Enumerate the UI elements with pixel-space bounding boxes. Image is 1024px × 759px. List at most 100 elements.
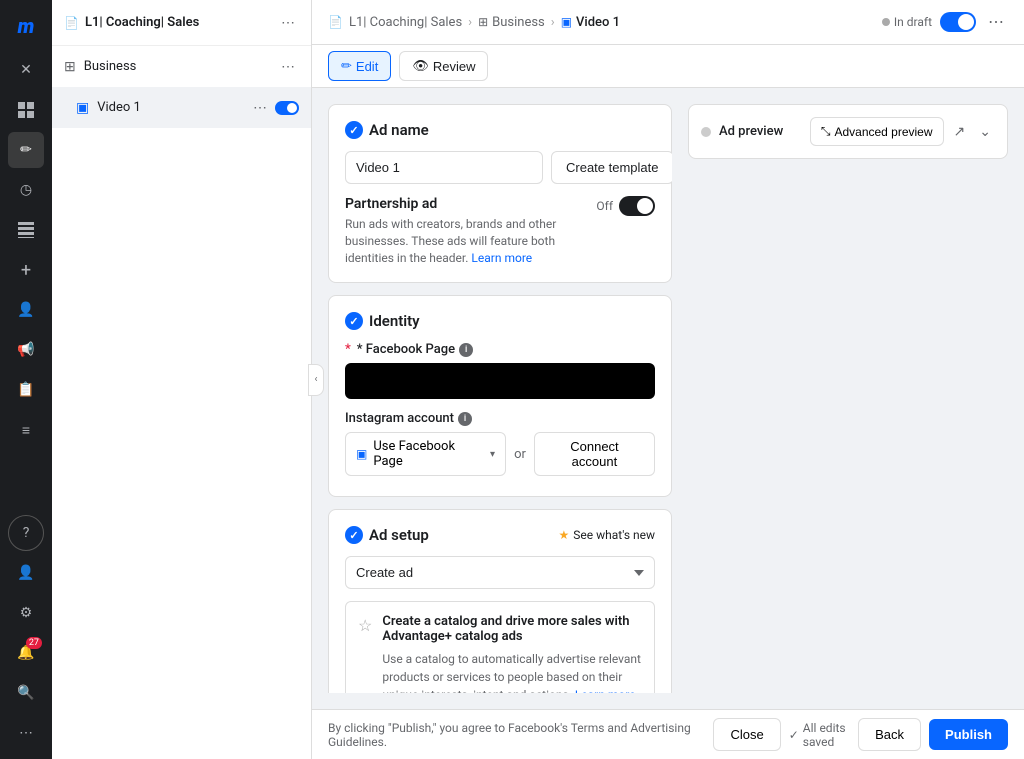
review-tab-btn[interactable]: 👁 Review xyxy=(399,51,488,81)
instagram-row: ▣ Use Facebook Page ▾ or Connect account xyxy=(345,432,655,476)
business-icon: ⊞ xyxy=(64,59,76,75)
breadcrumb-sep2: › xyxy=(551,15,555,30)
dark-sidebar: m ✕ ✏ ◷ + 👤 📢 📋 ≡ ? 👤 ⚙ 🔔27 🔍 ⋯ xyxy=(0,0,52,759)
video1-item-right: ⋯ xyxy=(249,95,299,120)
menu-icon-btn[interactable]: ≡ xyxy=(8,412,44,448)
see-whats-new-btn[interactable]: ★ See what's new xyxy=(559,528,655,542)
preview-title: Ad preview xyxy=(719,124,783,139)
required-star: * xyxy=(345,342,351,357)
breadcrumb-campaign[interactable]: L1| Coaching| Sales xyxy=(349,15,462,30)
video1-item-left: ▣ Video 1 xyxy=(76,100,141,116)
catalog-learn-more[interactable]: Learn more xyxy=(575,688,636,693)
edit-icon-btn[interactable]: ✏ xyxy=(8,132,44,168)
breadcrumb-business[interactable]: ⊞ Business xyxy=(478,15,545,30)
ad-setup-title: Ad setup xyxy=(369,526,429,544)
meta-logo[interactable]: m xyxy=(8,8,44,44)
advanced-preview-icon: ⤡ xyxy=(821,124,831,139)
help-icon-btn[interactable]: ? xyxy=(8,515,44,551)
search-icon-btn[interactable]: 🔍 xyxy=(8,675,44,711)
off-label: Off xyxy=(596,199,613,213)
close-sidebar-btn[interactable]: ✕ xyxy=(8,52,44,88)
video1-item[interactable]: ▣ Video 1 ⋯ xyxy=(52,87,311,128)
more-bottom-icon-btn[interactable]: ⋯ xyxy=(8,715,44,751)
top-bar-more-btn[interactable]: ⋯ xyxy=(984,8,1008,36)
catalog-promo-desc: Use a catalog to automatically advertise… xyxy=(382,650,642,693)
ad-setup-section-header: ✓ Ad setup xyxy=(345,526,429,544)
identity-card: ✓ Identity * * Facebook Page i Instagram… xyxy=(328,295,672,497)
breadcrumb: 📄 L1| Coaching| Sales › ⊞ Business › ▣ V… xyxy=(328,15,620,30)
publish-btn[interactable]: Publish xyxy=(929,719,1008,750)
status-badge: In draft xyxy=(882,15,932,29)
top-bar: 📄 L1| Coaching| Sales › ⊞ Business › ▣ V… xyxy=(312,0,1024,45)
preview-panel: Ad preview ⤡ Advanced preview ↗ ⌄ xyxy=(688,104,1008,693)
settings-icon-btn[interactable]: ⚙ xyxy=(8,595,44,631)
breadcrumb-page-icon[interactable]: 📄 xyxy=(328,15,343,29)
panel-more-btn[interactable]: ⋯ xyxy=(277,10,299,35)
or-text: or xyxy=(514,447,526,462)
create-ad-select[interactable]: Create ad Use existing post xyxy=(345,556,655,589)
edit-tab-btn[interactable]: ✏ Edit xyxy=(328,51,391,81)
sidebar-top-items: m ✕ ✏ ◷ + 👤 📢 📋 ≡ xyxy=(0,8,52,448)
notifications-icon-btn[interactable]: 🔔27 xyxy=(8,635,44,671)
add-icon-btn[interactable]: + xyxy=(8,252,44,288)
top-bar-right: In draft ⋯ xyxy=(882,8,1008,36)
campaign-icon: 📄 xyxy=(64,16,79,30)
left-panel: 📄 L1| Coaching| Sales ⋯ ⊞ Business ⋯ ▣ V… xyxy=(52,0,312,759)
collapse-handle[interactable]: ‹ xyxy=(308,364,324,396)
draft-toggle[interactable] xyxy=(940,12,976,32)
left-panel-header: 📄 L1| Coaching| Sales ⋯ xyxy=(52,0,311,46)
partnership-right: Off xyxy=(596,196,655,216)
business-item[interactable]: ⊞ Business ⋯ xyxy=(52,46,311,87)
connect-account-btn[interactable]: Connect account xyxy=(534,432,655,476)
business-more-btn[interactable]: ⋯ xyxy=(277,54,299,79)
clock-icon-btn[interactable]: ◷ xyxy=(8,172,44,208)
catalog-promo: ☆ Create a catalog and drive more sales … xyxy=(345,601,655,693)
back-btn[interactable]: Back xyxy=(858,718,921,751)
instagram-info-icon[interactable]: i xyxy=(458,412,472,426)
user-icon-btn[interactable]: 👤 xyxy=(8,292,44,328)
fb-page-info-icon[interactable]: i xyxy=(459,343,473,357)
grid-icon-btn[interactable] xyxy=(8,92,44,128)
ad-name-title: Ad name xyxy=(369,121,429,139)
advanced-preview-btn[interactable]: ⤡ Advanced preview xyxy=(810,117,944,146)
preview-right: ⤡ Advanced preview ↗ ⌄ xyxy=(810,117,995,146)
breadcrumb-current[interactable]: ▣ Video 1 xyxy=(561,15,620,30)
preview-share-btn[interactable]: ↗ xyxy=(950,119,970,144)
saved-text: All edits saved xyxy=(803,721,850,749)
video1-toggle[interactable] xyxy=(275,101,299,115)
bottom-bar-right: Close ✓ All edits saved Back Publish xyxy=(713,718,1008,751)
business-item-left: ⊞ Business xyxy=(64,59,136,75)
breadcrumb-sep1: › xyxy=(468,15,472,30)
fb-page-label-text: * Facebook Page xyxy=(357,342,455,357)
panel-actions: ⋯ xyxy=(277,10,299,35)
report-icon-btn[interactable]: 📋 xyxy=(8,372,44,408)
video1-more-btn[interactable]: ⋯ xyxy=(249,95,271,120)
profile-icon-btn[interactable]: 👤 xyxy=(8,555,44,591)
review-tab-icon: 👁 xyxy=(412,58,429,74)
partnership-title: Partnership ad xyxy=(345,196,596,212)
breadcrumb-page-doc-icon: 📄 xyxy=(328,15,343,29)
ad-name-row: Create template xyxy=(345,151,655,184)
close-btn[interactable]: Close xyxy=(713,718,780,751)
preview-more-btn[interactable]: ⌄ xyxy=(975,119,995,144)
edit-toolbar: ✏ Edit 👁 Review xyxy=(312,45,1024,88)
fb-page-field[interactable] xyxy=(345,363,655,399)
select-arrow-icon: ▾ xyxy=(490,449,495,460)
partnership-toggle[interactable] xyxy=(619,196,655,216)
ad-name-input[interactable] xyxy=(345,151,543,184)
main-content: 📄 L1| Coaching| Sales › ⊞ Business › ▣ V… xyxy=(312,0,1024,759)
preview-card: Ad preview ⤡ Advanced preview ↗ ⌄ xyxy=(688,104,1008,159)
partnership-learn-more[interactable]: Learn more xyxy=(471,251,532,265)
ad-setup-check: ✓ xyxy=(345,526,363,544)
catalog-promo-title: Create a catalog and drive more sales wi… xyxy=(382,614,642,644)
edit-tab-label: Edit xyxy=(356,59,378,74)
create-template-btn[interactable]: Create template xyxy=(551,151,672,184)
saved-check-icon: ✓ xyxy=(789,728,799,742)
advanced-preview-label: Advanced preview xyxy=(834,125,932,139)
sidebar-bottom-items: ? 👤 ⚙ 🔔27 🔍 ⋯ xyxy=(8,515,44,751)
bottom-bar-left: By clicking "Publish," you agree to Face… xyxy=(328,721,713,749)
video1-label: Video 1 xyxy=(97,100,141,115)
use-fb-page-select[interactable]: ▣ Use Facebook Page ▾ xyxy=(345,432,506,476)
table-icon-btn[interactable] xyxy=(8,212,44,248)
megaphone-icon-btn[interactable]: 📢 xyxy=(8,332,44,368)
